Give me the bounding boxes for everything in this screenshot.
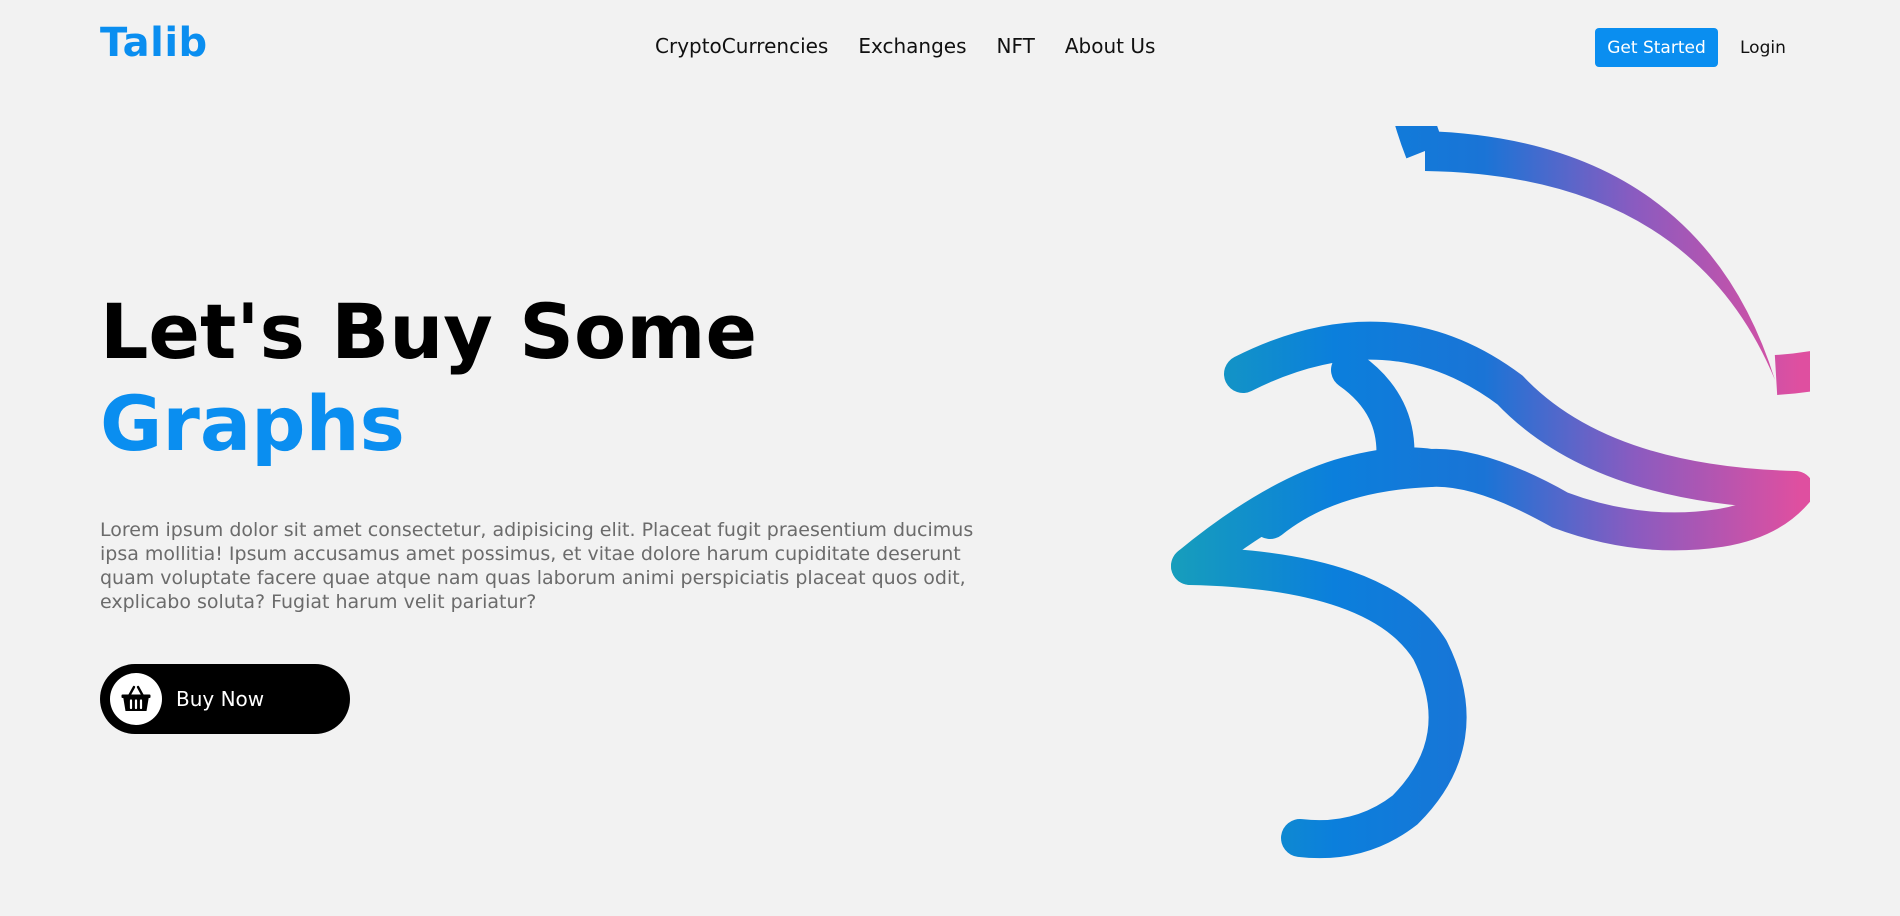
hero-description: Lorem ipsum dolor sit amet consectetur, … <box>100 519 974 613</box>
buy-now-button[interactable]: Buy Now <box>100 664 350 734</box>
nav-link-nft[interactable]: NFT <box>997 34 1035 58</box>
get-started-button[interactable]: Get Started <box>1595 28 1718 67</box>
hero-title-accent: Graphs <box>100 379 405 468</box>
buy-now-label: Buy Now <box>176 687 265 711</box>
hero-title-line1: Let's Buy Some <box>100 287 757 376</box>
navbar: Talib CryptoCurrencies Exchanges NFT Abo… <box>0 0 1900 96</box>
nav-link-exchanges[interactable]: Exchanges <box>858 34 966 58</box>
nav-link-about-us[interactable]: About Us <box>1065 34 1156 58</box>
login-link[interactable]: Login <box>1740 38 1786 58</box>
logo[interactable]: Talib <box>100 20 208 66</box>
nav-links: CryptoCurrencies Exchanges NFT About Us <box>655 34 1155 58</box>
gradient-bird-logo-icon <box>1171 126 1810 859</box>
hero-title: Let's Buy Some Graphs <box>100 286 757 470</box>
basket-icon <box>110 673 162 725</box>
nav-link-cryptocurrencies[interactable]: CryptoCurrencies <box>655 34 828 58</box>
